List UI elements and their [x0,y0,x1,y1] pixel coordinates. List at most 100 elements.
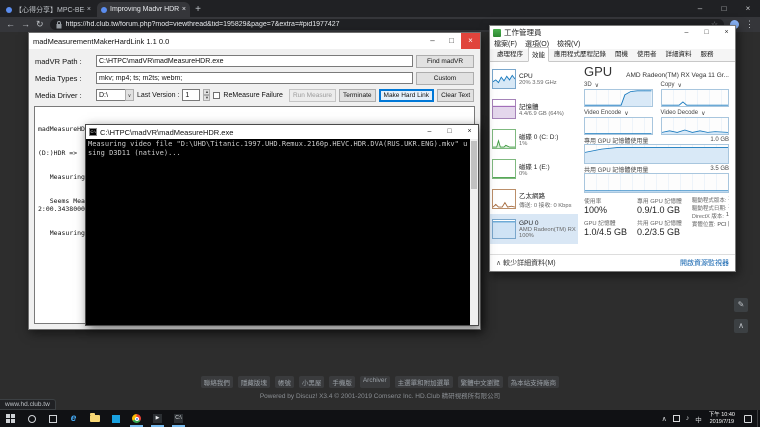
taskbar-media-player[interactable]: ▶ [147,410,168,427]
tab-close-icon[interactable]: × [182,6,186,13]
new-tab-button[interactable]: + [190,2,206,17]
close-icon[interactable]: × [736,0,760,17]
action-center-icon[interactable] [744,415,752,423]
engine-chart-label: Copy [661,82,675,88]
float-top-button[interactable]: ∧ [734,319,748,333]
engine-chart-label: 3D [584,82,592,88]
tray-chevron-icon[interactable]: ∧ [659,415,670,423]
taskbar-chrome[interactable] [126,410,147,427]
minimize-icon[interactable]: – [688,0,712,17]
stat-label: GPU 記憶體 [584,218,627,227]
app-titlebar[interactable]: madMeasurementMakerHardLink 1.1 0.0 – □ … [29,33,480,49]
footer-link[interactable]: 帳號 [275,376,294,388]
info-label: 驅動程式版本: [692,196,727,204]
sidebar-item-ethernet[interactable]: 乙太網路傳送: 0 接收: 0 Kbps [490,184,578,214]
madvr-path-input[interactable] [96,55,413,67]
footer-link[interactable]: 主選單和附加選單 [395,376,453,388]
tab-users[interactable]: 使用者 [633,46,661,61]
tab-services[interactable]: 服務 [697,46,718,61]
chevron-down-icon[interactable]: ∨ [595,82,599,89]
tab-startup[interactable]: 開機 [611,46,632,61]
task-manager-titlebar[interactable]: 工作管理員 – □ × [490,26,735,39]
task-view-button[interactable] [42,410,63,427]
console-titlebar[interactable]: C:\ C:\HTPC\madVR\madMeasureHDR.exe – □ … [86,125,478,139]
minimize-icon[interactable]: – [423,33,442,49]
madvr-path-row: madVR Path : Find madVR [35,54,474,68]
footer-link[interactable]: 小黑屋 [299,376,325,388]
console-scrollbar[interactable] [470,139,478,325]
scrollbar-thumb[interactable] [471,141,477,189]
maximize-icon[interactable]: □ [442,33,461,49]
footer-link[interactable]: 聯絡我們 [201,376,233,388]
version-stepper[interactable]: ▲▼ [203,89,210,101]
system-tray: ∧ ♪ 中 下午 10:40 2019/7/19 [659,410,760,427]
remeasure-checkbox[interactable] [213,92,220,99]
browser-tab-1[interactable]: 【心得分享】MPC-BE+LAV5+m... × [2,2,95,17]
clear-text-button[interactable]: Clear Text [437,89,474,102]
browser-menu-icon[interactable]: ⋮ [745,19,754,30]
custom-button[interactable]: Custom [416,72,474,85]
search-button[interactable] [21,410,42,427]
maximize-icon[interactable]: □ [441,125,458,139]
engine-chart-label: Video Decode [661,110,699,116]
sidebar-item-disk0[interactable]: 磁碟 0 (C: D:)1% [490,124,578,154]
tab-processes[interactable]: 處理程序 [493,46,527,61]
lock-icon [56,21,62,29]
volume-icon[interactable]: ♪ [683,415,693,422]
sidebar-item-disk1[interactable]: 磁碟 1 (E:)0% [490,154,578,184]
float-reply-button[interactable]: ✎ [734,298,748,312]
sidebar-item-memory[interactable]: 記憶體4.4/6.9 GB (64%) [490,94,578,124]
footer-link[interactable]: 手機版 [329,376,355,388]
taskbar-edge[interactable]: e [63,410,84,427]
chevron-down-icon[interactable]: ∨ [678,82,682,89]
sidebar-item-gpu0[interactable]: GPU 0 AMD Radeon(TM) RX... 100% [490,214,578,244]
dropdown-arrow-icon[interactable]: ∨ [125,89,134,101]
tab-close-icon[interactable]: × [87,6,91,13]
taskbar-console[interactable]: C:\ [168,410,189,427]
run-measure-button[interactable]: Run Measure [289,89,336,102]
make-hard-link-button[interactable]: Make Hard Link [379,89,435,102]
terminate-button[interactable]: Terminate [339,89,376,102]
browser-tab-2[interactable]: Improving Madvr HDR to SD... × [97,2,190,17]
taskbar-clock[interactable]: 下午 10:40 2019/7/19 [705,412,739,425]
tab-app-history[interactable]: 應用程式歷程記錄 [550,46,610,61]
minimize-icon[interactable]: – [678,26,695,39]
stat-label: 專用 GPU 記憶體 [637,196,682,205]
maximize-icon[interactable]: □ [712,0,736,17]
close-icon[interactable]: × [718,26,735,39]
last-version-label: Last Version : [137,92,179,99]
stepper-down-icon[interactable]: ▼ [203,95,210,101]
chevron-down-icon[interactable]: ∨ [701,110,705,117]
open-resource-monitor-link[interactable]: 開啟資源監視器 [680,258,729,268]
chrome-icon [132,414,141,423]
find-madvr-button[interactable]: Find madVR [416,55,474,68]
minimize-icon[interactable]: – [421,125,438,139]
forward-icon[interactable]: → [21,17,30,32]
start-button[interactable] [0,410,21,427]
back-icon[interactable]: ← [6,17,15,32]
maximize-icon[interactable]: □ [698,26,715,39]
footer-link[interactable]: Archiver [360,376,390,388]
sidebar-item-name: 磁碟 1 (E:) [519,161,550,171]
media-types-input[interactable] [96,72,413,84]
tab-details[interactable]: 詳細資料 [662,46,696,61]
refresh-icon[interactable]: ↻ [36,17,44,32]
footer-link[interactable]: 繁體中文瀏覽 [458,376,503,388]
tab-performance[interactable]: 效能 [528,47,549,62]
stat-label: 共用 GPU 記憶體 [637,218,682,227]
close-icon[interactable]: × [461,125,478,139]
fewer-details-button[interactable]: ∧較少詳細資料(M) [496,258,556,268]
memory-sparkline [492,99,516,119]
network-icon[interactable] [673,415,680,422]
footer-link[interactable]: 為本站支持廠商 [508,376,560,388]
footer-link[interactable]: 隱藏版塊 [238,376,270,388]
ime-language-indicator[interactable]: 中 [692,414,705,424]
chevron-down-icon[interactable]: ∨ [624,110,628,117]
info-value: 12 (FL 12.1) [726,212,729,220]
sidebar-item-cpu[interactable]: CPU20% 3.59 GHz [490,64,578,94]
taskbar-file-explorer[interactable] [84,410,105,427]
last-version-input[interactable] [182,89,200,101]
sidebar-item-detail: 傳送: 0 接收: 0 Kbps [519,200,572,209]
close-icon[interactable]: × [461,33,480,49]
taskbar-store[interactable] [105,410,126,427]
